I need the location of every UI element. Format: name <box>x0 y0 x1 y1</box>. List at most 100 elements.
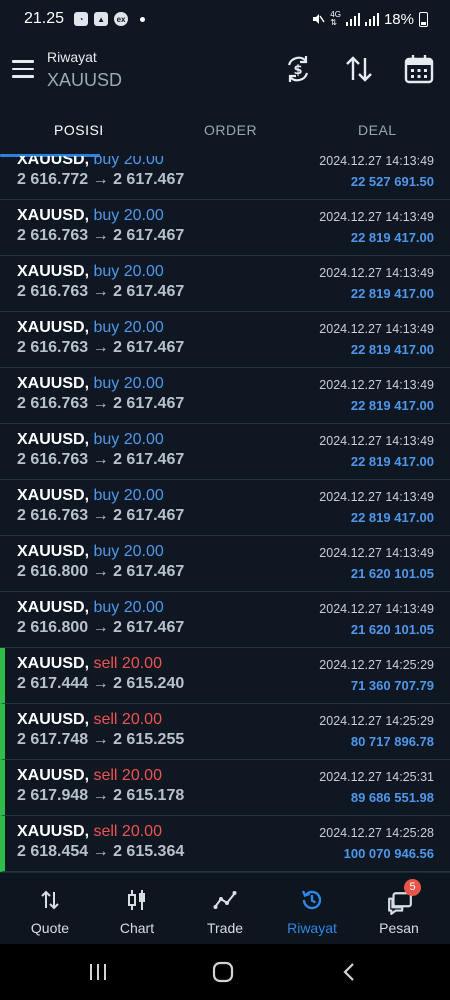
status-left: 21.25 ◔ ▲ ex <box>24 10 146 28</box>
status-right: 4G ⇅ 18% <box>311 11 428 28</box>
row-prices: 2 617.444 → 2 615.240 <box>17 675 185 692</box>
row-prices: 2 616.763 → 2 617.467 <box>17 395 185 412</box>
row-time: 2024.12.27 14:13:49 <box>319 546 434 560</box>
positions-list[interactable]: XAUUSD, buy 20.00 2 616.772 → 2 617.467 … <box>0 156 450 872</box>
nav-chart[interactable]: Chart <box>92 873 182 945</box>
battery-percent: 18% <box>383 10 414 28</box>
home-icon[interactable] <box>209 958 237 986</box>
page-subtitle: Riwayat <box>47 49 97 65</box>
row-title: XAUUSD, buy 20.00 <box>17 431 164 448</box>
app-bar: Riwayat XAUUSD $ <box>0 38 450 102</box>
row-time: 2024.12.27 14:13:49 <box>319 322 434 336</box>
row-title: XAUUSD, buy 20.00 <box>17 543 164 560</box>
recent-apps-icon[interactable] <box>84 958 112 986</box>
mute-icon <box>313 14 325 24</box>
row-title: XAUUSD, buy 20.00 <box>17 319 164 336</box>
list-item[interactable]: XAUUSD, sell 20.00 2 617.444 → 2 615.240… <box>0 648 450 704</box>
chart-icon <box>128 890 145 910</box>
row-prices: 2 616.763 → 2 617.467 <box>17 339 185 356</box>
row-title: XAUUSD, sell 20.00 <box>17 711 162 728</box>
row-value: 22 819 417.00 <box>350 454 434 469</box>
row-time: 2024.12.27 14:13:49 <box>319 378 434 392</box>
list-item[interactable]: XAUUSD, sell 20.00 2 617.948 → 2 615.178… <box>0 760 450 816</box>
battery-icon <box>419 11 428 27</box>
row-prices: 2 616.763 → 2 617.467 <box>17 507 185 524</box>
row-value: 89 686 551.98 <box>350 790 434 805</box>
nav-quote[interactable]: Quote <box>5 873 95 945</box>
row-title: XAUUSD, sell 20.00 <box>17 655 162 672</box>
row-time: 2024.12.27 14:25:29 <box>319 714 434 728</box>
row-value: 100 070 946.56 <box>343 846 434 861</box>
list-item[interactable]: XAUUSD, buy 20.00 2 616.800 → 2 617.467 … <box>0 536 450 592</box>
nav-label: Pesan <box>379 920 419 936</box>
row-prices: 2 616.800 → 2 617.467 <box>17 563 185 580</box>
list-item[interactable]: XAUUSD, sell 20.00 2 618.454 → 2 615.364… <box>0 816 450 872</box>
status-time: 21.25 <box>24 10 65 27</box>
nav-trade[interactable]: Trade <box>180 873 270 945</box>
page-title[interactable]: XAUUSD <box>47 70 122 91</box>
row-prices: 2 616.800 → 2 617.467 <box>17 619 185 636</box>
row-title: XAUUSD, buy 20.00 <box>17 263 164 280</box>
row-value: 22 819 417.00 <box>350 342 434 357</box>
unread-badge: 5 <box>404 879 421 896</box>
list-item[interactable]: XAUUSD, sell 20.00 2 617.748 → 2 615.255… <box>0 704 450 760</box>
sort-icon[interactable] <box>342 52 376 86</box>
nav-label: Trade <box>206 920 244 936</box>
row-value: 71 360 707.79 <box>350 678 434 693</box>
tab-deal[interactable]: DEAL <box>358 122 397 138</box>
row-value: 22 819 417.00 <box>350 230 434 245</box>
row-time: 2024.12.27 14:13:49 <box>319 156 434 168</box>
tab-bar: POSISI ORDER DEAL <box>0 110 450 154</box>
nav-label: Chart <box>119 920 155 936</box>
row-value: 21 620 101.05 <box>350 622 434 637</box>
nav-pesan[interactable]: 5 Pesan <box>354 873 444 945</box>
row-time: 2024.12.27 14:13:49 <box>319 490 434 504</box>
row-prices: 2 616.763 → 2 617.467 <box>17 451 185 468</box>
system-nav-bar <box>0 944 450 1000</box>
gallery-notification-icon: ▲ <box>94 12 109 26</box>
row-time: 2024.12.27 14:25:28 <box>319 826 434 840</box>
row-time: 2024.12.27 14:13:49 <box>319 434 434 448</box>
back-icon[interactable] <box>336 958 364 986</box>
tab-posisi[interactable]: POSISI <box>54 122 104 138</box>
bottom-nav: Quote Chart Trade Riwayat 5 Pesan <box>0 872 450 945</box>
menu-icon[interactable] <box>12 60 34 78</box>
row-value: 22 819 417.00 <box>350 398 434 413</box>
row-prices: 2 616.763 → 2 617.467 <box>17 283 185 300</box>
row-time: 2024.12.27 14:25:31 <box>319 770 434 784</box>
row-prices: 2 618.454 → 2 615.364 <box>17 843 185 860</box>
row-time: 2024.12.27 14:13:49 <box>319 210 434 224</box>
notification-icon: ◔ <box>74 12 89 26</box>
list-item[interactable]: XAUUSD, buy 20.00 2 616.763 → 2 617.467 … <box>0 256 450 312</box>
quote-icon <box>41 890 59 910</box>
list-item[interactable]: XAUUSD, buy 20.00 2 616.763 → 2 617.467 … <box>0 424 450 480</box>
ex-notification-icon: ex <box>114 12 129 26</box>
trade-icon <box>213 891 237 909</box>
status-bar: 21.25 ◔ ▲ ex 4G ⇅ 18% <box>0 0 450 38</box>
tab-order[interactable]: ORDER <box>204 122 257 138</box>
row-title: XAUUSD, buy 20.00 <box>17 487 164 504</box>
list-item[interactable]: XAUUSD, buy 20.00 2 616.772 → 2 617.467 … <box>0 156 450 200</box>
list-item[interactable]: XAUUSD, buy 20.00 2 616.763 → 2 617.467 … <box>0 368 450 424</box>
row-title: XAUUSD, buy 20.00 <box>17 599 164 616</box>
history-icon <box>301 890 322 910</box>
nav-riwayat[interactable]: Riwayat <box>267 873 357 945</box>
row-title: XAUUSD, buy 20.00 <box>17 156 164 168</box>
list-item[interactable]: XAUUSD, buy 20.00 2 616.800 → 2 617.467 … <box>0 592 450 648</box>
signal-icon <box>345 12 360 26</box>
more-notifications-icon <box>140 16 146 22</box>
row-value: 21 620 101.05 <box>350 566 434 581</box>
row-prices: 2 617.748 → 2 615.255 <box>17 731 185 748</box>
row-title: XAUUSD, buy 20.00 <box>17 207 164 224</box>
list-item[interactable]: XAUUSD, buy 20.00 2 616.763 → 2 617.467 … <box>0 200 450 256</box>
row-prices: 2 616.772 → 2 617.467 <box>17 171 185 188</box>
row-value: 22 527 691.50 <box>350 174 434 189</box>
list-item[interactable]: XAUUSD, buy 20.00 2 616.763 → 2 617.467 … <box>0 480 450 536</box>
calendar-icon[interactable] <box>402 52 436 86</box>
row-title: XAUUSD, sell 20.00 <box>17 823 162 840</box>
list-item[interactable]: XAUUSD, buy 20.00 2 616.763 → 2 617.467 … <box>0 312 450 368</box>
currency-switch-icon[interactable]: $ <box>281 52 315 86</box>
row-value: 22 819 417.00 <box>350 286 434 301</box>
nav-label: Quote <box>30 920 70 936</box>
row-value: 22 819 417.00 <box>350 510 434 525</box>
